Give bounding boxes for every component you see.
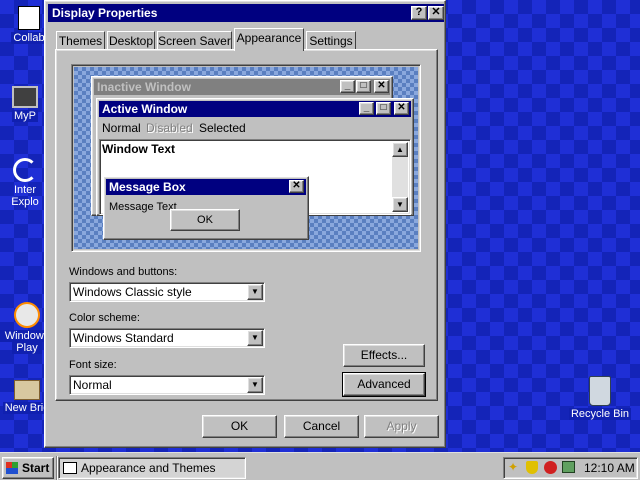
media-player-icon (14, 302, 40, 328)
message-box-ok-button: OK (170, 209, 240, 231)
minimize-icon: _ (340, 80, 355, 93)
message-box-text: Message Text (109, 201, 177, 213)
computer-icon (12, 86, 38, 108)
desktop-icon-label: Play (12, 342, 42, 354)
scroll-up-icon: ▲ (392, 142, 408, 157)
close-button[interactable]: ✕ (428, 6, 444, 20)
color-scheme-select[interactable]: Windows Standard ▼ (69, 328, 265, 348)
tab-desktop[interactable]: Desktop (107, 31, 155, 51)
desktop-icon-recycle-bin[interactable]: Recycle Bin (565, 376, 635, 420)
color-scheme-value: Windows Standard (73, 331, 174, 345)
chevron-down-icon[interactable]: ▼ (247, 330, 263, 346)
appearance-tab-panel: Inactive Window _ □ ✕ Active Window _ □ … (55, 49, 438, 401)
message-box-title: Message Box (106, 179, 306, 195)
desktop-icon-label: Recycle Bin (568, 408, 632, 420)
start-button[interactable]: Start (2, 457, 54, 479)
security-shield-icon[interactable] (526, 461, 538, 474)
advanced-button[interactable]: Advanced (342, 372, 426, 397)
close-icon: ✕ (394, 102, 409, 115)
preview-scrollbar: ▲ ▼ (392, 142, 408, 212)
clock[interactable]: 12:10 AM (584, 458, 635, 478)
maximize-icon: □ (376, 102, 391, 115)
themes-icon (63, 462, 77, 474)
preview-menu-normal: Normal (102, 121, 141, 135)
tab-screen-saver[interactable]: Screen Saver (157, 31, 232, 51)
start-label: Start (22, 461, 50, 475)
color-scheme-label: Color scheme: (69, 312, 140, 324)
desktop-icon-label: Collab (11, 32, 47, 44)
effects-button[interactable]: Effects... (343, 344, 425, 367)
document-icon (18, 6, 40, 30)
tab-appearance[interactable]: Appearance (234, 28, 304, 51)
recycle-bin-icon (589, 376, 611, 406)
internet-explorer-icon (13, 158, 37, 182)
font-size-select[interactable]: Normal ▼ (69, 375, 265, 395)
briefcase-icon (14, 380, 40, 400)
desktop-icon-label: MyP (12, 110, 38, 122)
tab-settings[interactable]: Settings (306, 31, 356, 51)
preview-menu-disabled: Disabled (146, 121, 193, 135)
connection-icon[interactable] (562, 461, 575, 473)
close-icon: ✕ (289, 180, 304, 193)
windows-buttons-value: Windows Classic style (73, 285, 192, 299)
font-size-label: Font size: (69, 359, 117, 371)
windows-buttons-select[interactable]: Windows Classic style ▼ (69, 282, 265, 302)
ok-button[interactable]: OK (202, 415, 277, 438)
alert-icon[interactable] (544, 461, 557, 474)
display-properties-dialog: Display Properties ? ✕ Themes Desktop Sc… (44, 0, 446, 448)
tab-themes[interactable]: Themes (56, 31, 105, 51)
chevron-down-icon[interactable]: ▼ (247, 377, 263, 393)
desktop-icon-label: Explo (11, 196, 39, 208)
help-button[interactable]: ? (411, 6, 427, 20)
taskbar-button-label: Appearance and Themes (81, 461, 216, 475)
dialog-title: Display Properties (52, 6, 158, 20)
windows-buttons-label: Windows and buttons: (69, 266, 178, 278)
close-icon: ✕ (374, 80, 389, 93)
preview-window-text: Window Text (102, 142, 175, 156)
cancel-button[interactable]: Cancel (284, 415, 359, 438)
taskbar-button-appearance-and-themes[interactable]: Appearance and Themes (58, 457, 246, 479)
system-tray: ✦ 12:10 AM (503, 457, 638, 479)
preview-menu-selected: Selected (199, 121, 246, 135)
desktop-icon-label: Inter (13, 184, 36, 196)
dialog-titlebar[interactable]: Display Properties ? ✕ (48, 4, 444, 22)
windows-logo-icon (6, 462, 18, 474)
apply-button[interactable]: Apply (364, 415, 439, 438)
font-size-value: Normal (73, 378, 112, 392)
minimize-icon: _ (359, 102, 374, 115)
chevron-down-icon[interactable]: ▼ (247, 284, 263, 300)
taskbar: Start Appearance and Themes ✦ 12:10 AM (0, 452, 640, 480)
preview-message-box: Message Box ✕ Message Text OK (103, 176, 309, 240)
maximize-icon: □ (356, 80, 371, 93)
scroll-down-icon: ▼ (392, 197, 408, 212)
network-icon[interactable]: ✦ (508, 461, 520, 473)
